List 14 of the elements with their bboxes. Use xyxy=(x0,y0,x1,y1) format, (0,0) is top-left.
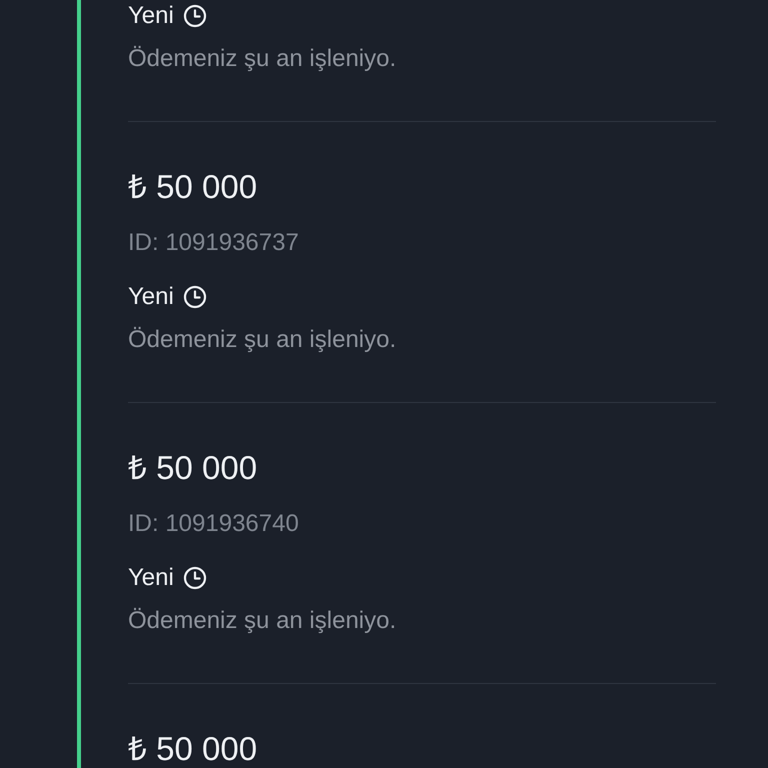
payment-id: ID: 1091936740 xyxy=(128,509,300,539)
clock-icon xyxy=(182,285,207,309)
payment-amount: ₺ 50 000 xyxy=(128,729,258,768)
payment-message: Ödemeniz şu an işleniyo. xyxy=(128,325,398,355)
clock-icon xyxy=(182,566,207,590)
payment-status: Yeni xyxy=(128,1,174,31)
payment-amount: ₺ 50 000 xyxy=(128,448,258,488)
payment-message: Ödemeniz şu an işleniyo. xyxy=(128,44,398,74)
clock-icon xyxy=(182,4,207,28)
payment-id: ID: 1091936737 xyxy=(128,228,300,258)
payment-amount: ₺ 50 000 xyxy=(128,167,258,207)
payment-status: Yeni xyxy=(128,282,174,312)
payment-status: Yeni xyxy=(128,563,174,593)
payment-message: Ödemeniz şu an işleniyo. xyxy=(128,606,398,636)
